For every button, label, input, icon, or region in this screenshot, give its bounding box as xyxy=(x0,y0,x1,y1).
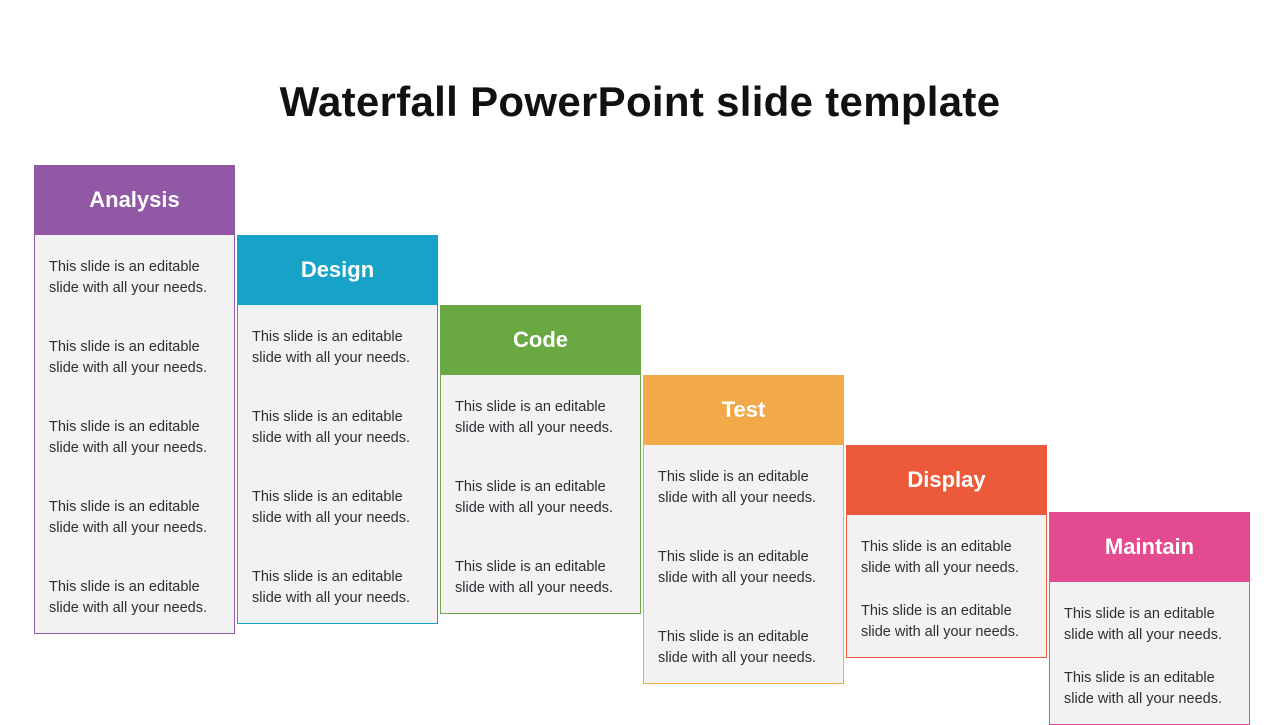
stage-item: This slide is an editable slide with all… xyxy=(252,327,423,369)
stage-item: This slide is an editable slide with all… xyxy=(49,417,220,459)
stage-code: Code This slide is an editable slide with… xyxy=(440,305,641,614)
stage-item: This slide is an editable slide with all… xyxy=(252,407,423,449)
stage-item: This slide is an editable slide with all… xyxy=(861,537,1032,579)
stage-header: Display xyxy=(846,445,1047,515)
stage-item: This slide is an editable slide with all… xyxy=(658,547,829,589)
stage-maintain: Maintain This slide is an editable slide … xyxy=(1049,512,1250,725)
stage-item: This slide is an editable slide with all… xyxy=(252,567,423,609)
stage-item: This slide is an editable slide with all… xyxy=(1064,668,1235,710)
stage-item: This slide is an editable slide with all… xyxy=(49,577,220,619)
stage-header: Test xyxy=(643,375,844,445)
stage-item: This slide is an editable slide with all… xyxy=(49,337,220,379)
waterfall-canvas: Analysis This slide is an editable slide … xyxy=(34,165,1252,705)
stage-body: This slide is an editable slide with all… xyxy=(440,375,641,614)
stage-analysis: Analysis This slide is an editable slide … xyxy=(34,165,235,634)
stage-header: Maintain xyxy=(1049,512,1250,582)
stage-item: This slide is an editable slide with all… xyxy=(455,477,626,519)
stage-body: This slide is an editable slide with all… xyxy=(846,515,1047,658)
stage-item: This slide is an editable slide with all… xyxy=(658,467,829,509)
stage-body: This slide is an editable slide with all… xyxy=(1049,582,1250,725)
stage-item: This slide is an editable slide with all… xyxy=(49,257,220,299)
stage-body: This slide is an editable slide with all… xyxy=(34,235,235,634)
stage-test: Test This slide is an editable slide with… xyxy=(643,375,844,684)
stage-header: Code xyxy=(440,305,641,375)
stage-display: Display This slide is an editable slide w… xyxy=(846,445,1047,658)
stage-item: This slide is an editable slide with all… xyxy=(455,397,626,439)
stage-body: This slide is an editable slide with all… xyxy=(643,445,844,684)
stage-item: This slide is an editable slide with all… xyxy=(1064,604,1235,646)
stage-item: This slide is an editable slide with all… xyxy=(861,601,1032,643)
page-title: Waterfall PowerPoint slide template xyxy=(0,78,1280,126)
stage-header: Analysis xyxy=(34,165,235,235)
stage-item: This slide is an editable slide with all… xyxy=(455,557,626,599)
stage-header: Design xyxy=(237,235,438,305)
stage-item: This slide is an editable slide with all… xyxy=(658,627,829,669)
stage-item: This slide is an editable slide with all… xyxy=(49,497,220,539)
stage-body: This slide is an editable slide with all… xyxy=(237,305,438,624)
stage-item: This slide is an editable slide with all… xyxy=(252,487,423,529)
stage-design: Design This slide is an editable slide wi… xyxy=(237,235,438,624)
